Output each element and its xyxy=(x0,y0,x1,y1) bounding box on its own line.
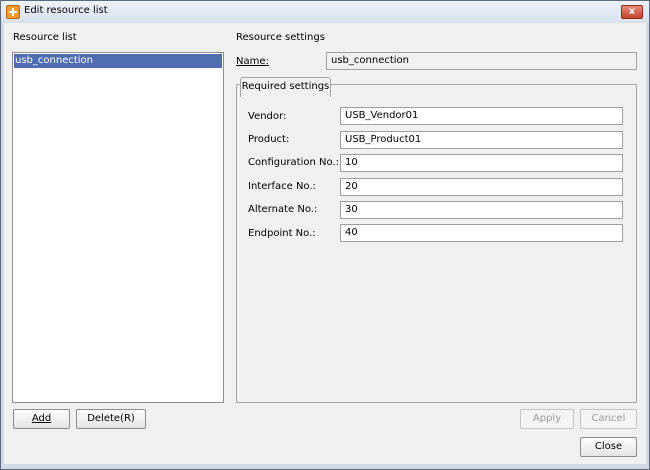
tab-required-settings[interactable]: Required settings xyxy=(240,77,331,97)
product-label: Product: xyxy=(248,134,290,145)
window-title: Edit resource list xyxy=(24,5,108,16)
add-button[interactable]: Add xyxy=(13,409,70,429)
dialog-body: Resource list usb_connection Resource se… xyxy=(4,23,646,464)
configuration-field[interactable]: 10 xyxy=(340,154,623,172)
app-icon xyxy=(6,5,20,19)
add-button-label: Add xyxy=(31,413,52,424)
title-bar: Edit resource list x xyxy=(1,1,649,23)
product-field[interactable]: USB_Product01 xyxy=(340,131,623,149)
name-field: usb_connection xyxy=(326,52,637,70)
resource-settings-heading: Resource settings xyxy=(236,32,325,43)
alternate-field[interactable]: 30 xyxy=(340,201,623,219)
interface-label: Interface No.: xyxy=(248,181,316,192)
edit-resource-window: Edit resource list x Resource list usb_c… xyxy=(0,0,650,470)
vendor-label: Vendor: xyxy=(248,111,287,122)
name-label-text: Name: xyxy=(236,56,269,67)
cancel-button[interactable]: Cancel xyxy=(580,409,637,429)
endpoint-field[interactable]: 40 xyxy=(340,224,623,242)
delete-button[interactable]: Delete(R) xyxy=(76,409,146,429)
resource-list[interactable]: usb_connection xyxy=(12,52,224,403)
alternate-label: Alternate No.: xyxy=(248,204,318,215)
interface-field[interactable]: 20 xyxy=(340,178,623,196)
apply-button[interactable]: Apply xyxy=(520,409,574,429)
name-label: Name: xyxy=(236,56,269,67)
close-button[interactable]: Close xyxy=(580,437,637,457)
endpoint-label: Endpoint No.: xyxy=(248,228,316,239)
configuration-label: Configuration No.: xyxy=(248,157,339,168)
close-window-button[interactable]: x xyxy=(621,5,643,19)
resource-list-item[interactable]: usb_connection xyxy=(14,54,222,68)
resource-list-heading: Resource list xyxy=(13,32,77,43)
vendor-field[interactable]: USB_Vendor01 xyxy=(340,107,623,125)
